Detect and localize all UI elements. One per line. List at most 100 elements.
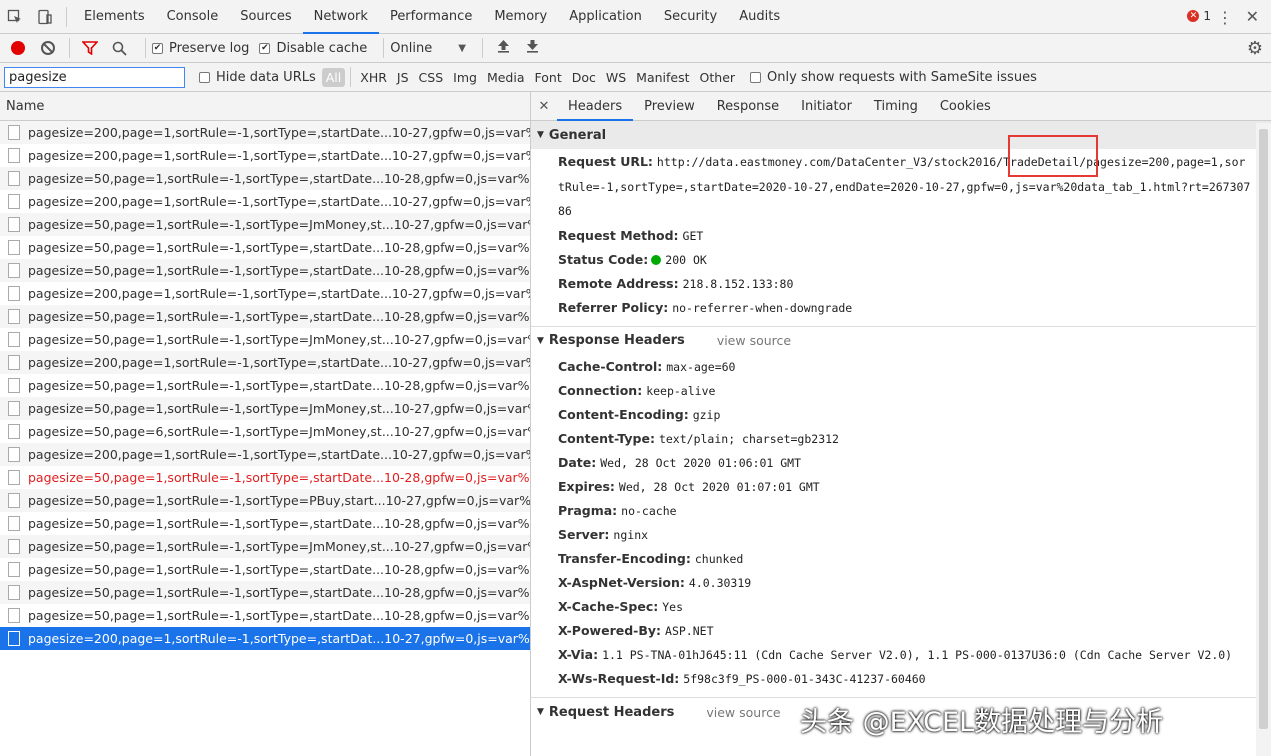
divider — [383, 38, 385, 58]
request-row[interactable]: pagesize=200,page=1,sortRule=-1,sortType… — [0, 351, 530, 374]
request-row[interactable]: pagesize=50,page=1,sortRule=-1,sortType=… — [0, 259, 530, 282]
close-details-icon[interactable]: ✕ — [531, 99, 557, 114]
inspect-element-icon[interactable] — [0, 0, 30, 34]
filter-type-js[interactable]: JS — [392, 70, 414, 85]
request-row[interactable]: pagesize=50,page=1,sortRule=-1,sortType=… — [0, 581, 530, 604]
tab-audits[interactable]: Audits — [728, 0, 791, 34]
close-devtools-icon[interactable]: ✕ — [1246, 7, 1259, 26]
view-source-link[interactable]: view source — [717, 333, 791, 348]
request-row[interactable]: pagesize=50,page=1,sortRule=-1,sortType=… — [0, 558, 530, 581]
request-name: pagesize=50,page=1,sortRule=-1,sortType=… — [28, 493, 530, 508]
request-row[interactable]: pagesize=200,page=1,sortRule=-1,sortType… — [0, 190, 530, 213]
header-key: Content-Type: — [558, 430, 655, 446]
import-har-icon[interactable] — [497, 39, 510, 57]
filter-input[interactable] — [4, 66, 185, 88]
request-row[interactable]: pagesize=50,page=1,sortRule=-1,sortType=… — [0, 489, 530, 512]
request-name: pagesize=50,page=1,sortRule=-1,sortType=… — [28, 401, 530, 416]
filter-type-xhr[interactable]: XHR — [355, 70, 392, 85]
request-row[interactable]: pagesize=50,page=1,sortRule=-1,sortType=… — [0, 167, 530, 190]
panel-tabs: Elements Console Sources Network Performance… — [73, 0, 791, 34]
network-toolbar: ✔ Preserve log ✔ Disable cache Online ▼ … — [0, 34, 1271, 63]
general-section-header[interactable]: ▼ General — [531, 121, 1271, 149]
view-source-link[interactable]: view source — [706, 705, 780, 720]
details-tab-headers[interactable]: Headers — [557, 92, 634, 121]
request-row[interactable]: pagesize=200,page=1,sortRule=-1,sortType… — [0, 121, 530, 144]
details-scrollbar[interactable] — [1256, 123, 1271, 756]
header-value: 1.1 PS-TNA-01hJ645:11 (Cdn Cache Server … — [602, 647, 1233, 662]
tab-sources[interactable]: Sources — [229, 0, 302, 34]
request-row[interactable]: pagesize=200,page=1,sortRule=-1,sortType… — [0, 144, 530, 167]
scrollbar-thumb[interactable] — [1259, 129, 1268, 729]
tab-performance[interactable]: Performance — [379, 0, 483, 34]
filter-type-doc[interactable]: Doc — [567, 70, 601, 85]
response-headers-section-header[interactable]: ▼ Response Headers view source — [531, 327, 1271, 355]
filter-funnel-icon[interactable] — [82, 41, 98, 55]
filter-type-ws[interactable]: WS — [601, 70, 631, 85]
search-icon[interactable] — [112, 41, 127, 56]
request-row[interactable]: pagesize=200,page=1,sortRule=-1,sortType… — [0, 443, 530, 466]
request-name: pagesize=50,page=1,sortRule=-1,sortType=… — [28, 562, 530, 577]
request-row[interactable]: pagesize=50,page=1,sortRule=-1,sortType=… — [0, 466, 530, 489]
file-icon — [8, 470, 20, 485]
more-options-icon[interactable]: ⋮ — [1217, 8, 1233, 27]
preserve-log-checkbox[interactable]: ✔ — [152, 42, 163, 54]
tab-application[interactable]: Application — [558, 0, 653, 34]
request-row[interactable]: pagesize=50,page=1,sortRule=-1,sortType=… — [0, 236, 530, 259]
request-name: pagesize=50,page=1,sortRule=-1,sortType=… — [28, 470, 530, 485]
request-row[interactable]: pagesize=50,page=1,sortRule=-1,sortType=… — [0, 512, 530, 535]
header-value: max-age=60 — [666, 359, 736, 374]
request-row[interactable]: pagesize=50,page=1,sortRule=-1,sortType=… — [0, 213, 530, 236]
filter-type-all[interactable]: All — [321, 67, 346, 87]
request-row[interactable]: pagesize=50,page=1,sortRule=-1,sortType=… — [0, 305, 530, 328]
request-name: pagesize=50,page=1,sortRule=-1,sortType=… — [28, 608, 530, 623]
response-header-line: Connection: keep-alive — [531, 379, 1271, 403]
request-name: pagesize=200,page=1,sortRule=-1,sortType… — [28, 194, 530, 209]
details-tab-initiator[interactable]: Initiator — [790, 92, 863, 121]
request-row[interactable]: pagesize=50,page=1,sortRule=-1,sortType=… — [0, 374, 530, 397]
filter-type-img[interactable]: Img — [448, 70, 482, 85]
file-icon — [8, 263, 20, 278]
request-row[interactable]: pagesize=50,page=1,sortRule=-1,sortType=… — [0, 604, 530, 627]
tab-console[interactable]: Console — [156, 0, 230, 34]
file-icon — [8, 240, 20, 255]
header-key: Expires: — [558, 478, 615, 494]
header-value: ASP.NET — [665, 623, 714, 638]
filter-type-font[interactable]: Font — [530, 70, 567, 85]
tab-security[interactable]: Security — [653, 0, 728, 34]
details-tab-cookies[interactable]: Cookies — [929, 92, 1002, 121]
tab-memory[interactable]: Memory — [483, 0, 558, 34]
request-row[interactable]: pagesize=200,page=1,sortRule=-1,sortType… — [0, 627, 530, 650]
header-value: Yes — [662, 599, 683, 614]
error-counter[interactable]: ✕ 1 — [1187, 9, 1211, 23]
export-har-icon[interactable] — [526, 39, 539, 57]
details-tab-timing[interactable]: Timing — [863, 92, 929, 121]
record-button-icon[interactable] — [11, 41, 25, 55]
request-row[interactable]: pagesize=50,page=1,sortRule=-1,sortType=… — [0, 328, 530, 351]
file-icon — [8, 631, 20, 646]
tab-network[interactable]: Network — [302, 0, 379, 34]
filter-type-manifest[interactable]: Manifest — [631, 70, 694, 85]
device-toolbar-icon[interactable] — [30, 0, 60, 34]
file-icon — [8, 401, 20, 416]
settings-gear-icon[interactable]: ⚙ — [1247, 38, 1263, 59]
tab-elements[interactable]: Elements — [73, 0, 156, 34]
request-row[interactable]: pagesize=50,page=6,sortRule=-1,sortType=… — [0, 420, 530, 443]
filter-bar: Hide data URLs All XHRJSCSSImgMediaFontDo… — [0, 63, 1271, 92]
filter-type-other[interactable]: Other — [695, 70, 741, 85]
request-row[interactable]: pagesize=50,page=1,sortRule=-1,sortType=… — [0, 535, 530, 558]
throttling-select[interactable]: Online ▼ — [390, 41, 466, 56]
hide-data-urls-checkbox[interactable] — [199, 71, 210, 83]
name-column-header[interactable]: Name — [0, 92, 530, 121]
divider — [481, 38, 483, 58]
request-row[interactable]: pagesize=200,page=1,sortRule=-1,sortType… — [0, 282, 530, 305]
filter-type-css[interactable]: CSS — [414, 70, 449, 85]
request-row[interactable]: pagesize=50,page=1,sortRule=-1,sortType=… — [0, 397, 530, 420]
request-name: pagesize=50,page=1,sortRule=-1,sortType=… — [28, 332, 530, 347]
details-tab-response[interactable]: Response — [706, 92, 790, 121]
samesite-checkbox[interactable] — [750, 71, 762, 83]
filter-type-media[interactable]: Media — [482, 70, 530, 85]
file-icon — [8, 585, 20, 600]
details-tab-preview[interactable]: Preview — [633, 92, 706, 121]
clear-icon[interactable] — [41, 41, 55, 55]
disable-cache-checkbox[interactable]: ✔ — [259, 42, 271, 54]
